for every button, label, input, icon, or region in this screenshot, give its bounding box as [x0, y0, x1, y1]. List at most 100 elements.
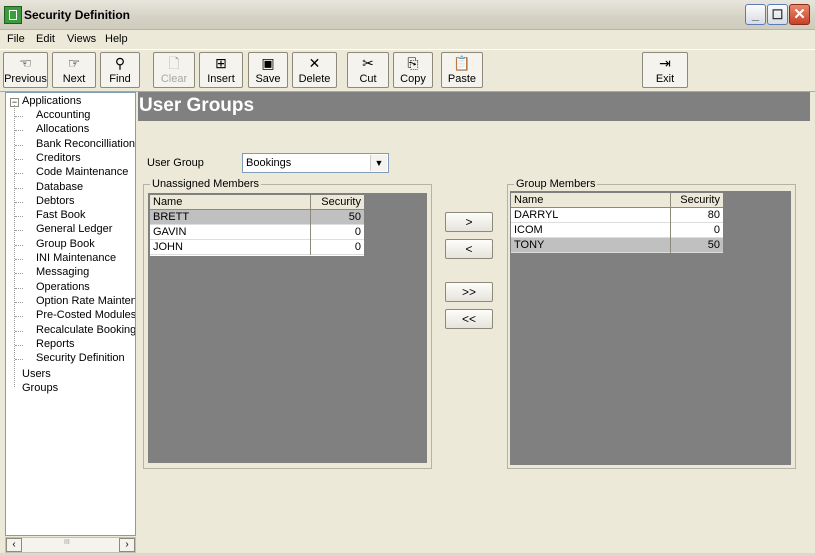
tree-item-application[interactable]: Pre-Costed Modules: [36, 309, 135, 321]
tree-item-application[interactable]: General Ledger: [36, 223, 112, 235]
window-title: Security Definition: [24, 8, 131, 22]
members-table: Name Security DARRYL 80 ICOM 0 TONY 50: [510, 192, 724, 254]
table-row[interactable]: TONY 50: [511, 238, 723, 253]
tree-connector: [15, 301, 23, 303]
insert-icon: ⊞: [215, 55, 227, 71]
insert-button[interactable]: ⊞ Insert: [199, 52, 243, 88]
add-member-button[interactable]: >: [445, 212, 493, 232]
remove-all-members-button[interactable]: <<: [445, 309, 493, 329]
scroll-thumb-grip: III: [64, 539, 70, 546]
menu-file[interactable]: File: [7, 33, 25, 45]
row-security: 50: [348, 211, 361, 223]
table-row[interactable]: JOHN 0: [150, 240, 364, 255]
tree-groups[interactable]: Groups: [22, 382, 58, 394]
user-group-select[interactable]: Bookings ▼: [242, 153, 389, 173]
add-all-members-button[interactable]: >>: [445, 282, 493, 302]
tree-item-application[interactable]: Debtors: [36, 195, 75, 207]
navigation-tree: − Applications Accounting Allocations Bank…: [5, 92, 136, 536]
paste-icon: 📋: [453, 55, 471, 71]
next-button[interactable]: ☞ Next: [52, 52, 96, 88]
user-group-label: User Group: [147, 157, 204, 169]
tree-connector: [15, 330, 23, 332]
scroll-right-icon[interactable]: ›: [119, 538, 135, 552]
tree-connector: [15, 244, 23, 246]
tree-item-application[interactable]: Group Book: [36, 238, 95, 250]
next-icon: ☞: [67, 55, 81, 71]
find-button[interactable]: ⚲ Find: [100, 52, 140, 88]
cut-button[interactable]: ✂ Cut: [347, 52, 389, 88]
close-button[interactable]: ✕: [789, 4, 810, 25]
table-header: Name Security: [511, 193, 723, 208]
menu-help[interactable]: Help: [105, 33, 128, 45]
row-security: 80: [707, 209, 720, 221]
unassigned-table: Name Security BRETT 50 GAVIN 0 JOHN 0: [149, 194, 365, 257]
delete-button[interactable]: ✕ Delete: [292, 52, 337, 88]
save-button[interactable]: ▣ Save: [248, 52, 288, 88]
column-security-header[interactable]: Security: [321, 196, 361, 208]
column-security-header[interactable]: Security: [680, 194, 720, 206]
scissors-icon: ✂: [362, 55, 374, 71]
copy-button[interactable]: ⎘ Copy: [393, 52, 433, 88]
row-name: BRETT: [153, 211, 190, 223]
app-icon: [4, 6, 22, 24]
tree-connector: [15, 359, 23, 361]
tree-item-application[interactable]: Creditors: [36, 152, 81, 164]
group-members-title: Group Members: [514, 178, 598, 190]
tree-item-application[interactable]: Option Rate Mainten: [36, 295, 135, 307]
table-row[interactable]: GAVIN 0: [150, 225, 364, 240]
page-title: User Groups: [139, 95, 255, 116]
scroll-left-icon[interactable]: ‹: [6, 538, 22, 552]
tree-connector: [15, 230, 23, 232]
table-row[interactable]: BRETT 50: [150, 210, 364, 225]
tree-item-application[interactable]: Recalculate Booking: [36, 324, 135, 336]
tree-item-application[interactable]: Bank Reconcilliation: [36, 138, 135, 150]
clear-icon: 🗋: [168, 55, 180, 71]
save-icon: ▣: [261, 55, 275, 71]
tree-connector: [15, 201, 23, 203]
previous-icon: ☜: [19, 55, 32, 71]
tree-connector: [15, 273, 23, 275]
tree-item-application[interactable]: Code Maintenance: [36, 166, 128, 178]
row-security: 0: [713, 224, 720, 236]
tree-item-application[interactable]: Accounting: [36, 109, 90, 121]
table-row[interactable]: DARRYL 80: [511, 208, 723, 223]
menu-views[interactable]: Views: [67, 33, 96, 45]
previous-button[interactable]: ☜ Previous: [3, 52, 48, 88]
exit-icon: ⇥: [659, 55, 671, 71]
clear-button[interactable]: 🗋 Clear: [153, 52, 195, 88]
tree-item-application[interactable]: Database: [36, 181, 83, 193]
tree-item-application[interactable]: Fast Book: [36, 209, 86, 221]
maximize-button[interactable]: ☐: [767, 4, 788, 25]
user-group-value: Bookings: [246, 157, 292, 169]
minimize-icon: _: [751, 7, 760, 22]
tree-applications[interactable]: Applications: [22, 95, 81, 107]
tree-item-application[interactable]: Operations: [36, 281, 90, 293]
paste-button[interactable]: 📋 Paste: [441, 52, 483, 88]
tree-connector: [15, 259, 23, 260]
tree-connector: [15, 344, 23, 346]
tree-users[interactable]: Users: [22, 368, 51, 380]
row-security: 50: [707, 239, 720, 251]
tree-connector: [15, 316, 23, 318]
tree-item-application[interactable]: INI Maintenance: [36, 252, 116, 264]
tree-item-application[interactable]: Reports: [36, 338, 75, 350]
menu-edit[interactable]: Edit: [36, 33, 55, 45]
tree-connector: [15, 158, 23, 160]
tree-connector: [15, 287, 23, 289]
delete-icon: ✕: [308, 55, 321, 71]
exit-button[interactable]: ⇥ Exit: [642, 52, 688, 88]
row-name: JOHN: [153, 241, 183, 253]
tree-item-application[interactable]: Messaging: [36, 266, 89, 278]
remove-member-button[interactable]: <: [445, 239, 493, 259]
column-name-header[interactable]: Name: [153, 196, 182, 208]
row-security: 0: [354, 226, 361, 238]
tree-connector: [15, 130, 23, 132]
tree-item-application[interactable]: Security Definition: [36, 352, 125, 364]
copy-icon: ⎘: [407, 55, 419, 71]
chevron-down-icon[interactable]: ▼: [370, 155, 387, 171]
tree-item-application[interactable]: Allocations: [36, 123, 89, 135]
column-name-header[interactable]: Name: [514, 194, 543, 206]
table-row[interactable]: ICOM 0: [511, 223, 723, 238]
tree-horizontal-scrollbar[interactable]: ‹ III ›: [5, 537, 136, 553]
minimize-button[interactable]: _: [745, 4, 766, 25]
